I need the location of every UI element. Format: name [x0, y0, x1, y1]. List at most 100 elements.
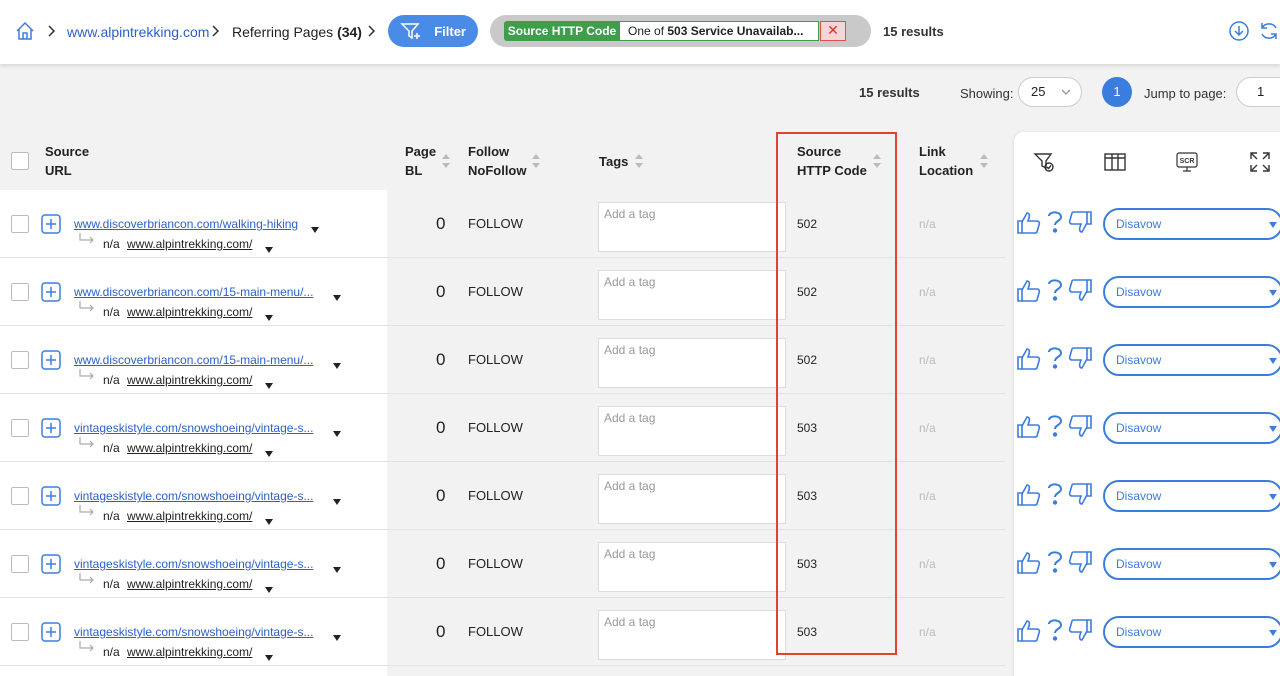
row-checkbox[interactable]	[11, 623, 29, 641]
tag-filter-icon[interactable]	[1032, 150, 1056, 174]
question-icon[interactable]	[1042, 276, 1068, 302]
target-url-dropdown-caret[interactable]	[265, 445, 273, 457]
source-url-dropdown-caret[interactable]	[333, 357, 341, 369]
row-checkbox[interactable]	[11, 487, 29, 505]
thumbs-down-icon[interactable]	[1067, 413, 1093, 439]
source-url-link[interactable]: vintageskistyle.com/snowshoeing/vintage-…	[74, 421, 313, 435]
question-icon[interactable]	[1042, 548, 1068, 574]
row-checkbox[interactable]	[11, 419, 29, 437]
source-url-link[interactable]: www.discoverbriancon.com/15-main-menu/..…	[74, 353, 313, 367]
row-checkbox[interactable]	[11, 215, 29, 233]
question-icon[interactable]	[1042, 616, 1068, 642]
sort-icon[interactable]	[634, 153, 644, 169]
sort-icon[interactable]	[441, 153, 451, 169]
column-header-source-url[interactable]: Source URL	[45, 142, 89, 180]
expand-row-icon[interactable]	[41, 350, 61, 370]
tag-input[interactable]: Add a tag	[598, 406, 786, 456]
source-url-dropdown-caret[interactable]	[333, 425, 341, 437]
disavow-select[interactable]: Disavow	[1103, 208, 1280, 240]
target-url-dropdown-caret[interactable]	[265, 513, 273, 525]
thumbs-up-icon[interactable]	[1016, 618, 1042, 644]
target-url-link[interactable]: www.alpintrekking.com/	[127, 577, 252, 591]
target-url-dropdown-caret[interactable]	[265, 649, 273, 661]
question-icon[interactable]	[1042, 344, 1068, 370]
tag-input[interactable]: Add a tag	[598, 202, 786, 252]
question-icon[interactable]	[1042, 480, 1068, 506]
expand-row-icon[interactable]	[41, 282, 61, 302]
target-url-dropdown-caret[interactable]	[265, 377, 273, 389]
thumbs-up-icon[interactable]	[1016, 210, 1042, 236]
expand-row-icon[interactable]	[41, 622, 61, 642]
source-url-dropdown-caret[interactable]	[333, 561, 341, 573]
source-url-dropdown-caret[interactable]	[311, 221, 319, 233]
home-icon[interactable]	[15, 21, 35, 41]
source-url-link[interactable]: www.discoverbriancon.com/15-main-menu/..…	[74, 285, 313, 299]
thumbs-down-icon[interactable]	[1067, 549, 1093, 575]
sort-icon[interactable]	[872, 153, 882, 169]
columns-icon[interactable]	[1103, 150, 1127, 174]
breadcrumb-domain[interactable]: www.alpintrekking.com	[67, 24, 209, 40]
source-url-link[interactable]: vintageskistyle.com/snowshoeing/vintage-…	[74, 489, 313, 503]
thumbs-down-icon[interactable]	[1067, 617, 1093, 643]
thumbs-up-icon[interactable]	[1016, 482, 1042, 508]
thumbs-up-icon[interactable]	[1016, 278, 1042, 304]
source-url-link[interactable]: www.discoverbriancon.com/walking-hiking	[74, 217, 298, 231]
refresh-icon[interactable]	[1258, 20, 1280, 42]
disavow-select[interactable]: Disavow	[1103, 480, 1280, 512]
source-url-dropdown-caret[interactable]	[333, 629, 341, 641]
thumbs-down-icon[interactable]	[1067, 345, 1093, 371]
expand-icon[interactable]	[1248, 150, 1272, 174]
source-url-link[interactable]: vintageskistyle.com/snowshoeing/vintage-…	[74, 625, 313, 639]
close-icon[interactable]: ✕	[820, 21, 846, 41]
target-url-dropdown-caret[interactable]	[265, 309, 273, 321]
page-button-current[interactable]: 1	[1102, 77, 1132, 107]
expand-row-icon[interactable]	[41, 214, 61, 234]
source-url-dropdown-caret[interactable]	[333, 493, 341, 505]
column-header-page-bl[interactable]: Page BL	[405, 142, 436, 180]
expand-row-icon[interactable]	[41, 486, 61, 506]
column-header-follow[interactable]: Follow NoFollow	[468, 142, 527, 180]
disavow-select[interactable]: Disavow	[1103, 344, 1280, 376]
source-url-dropdown-caret[interactable]	[333, 289, 341, 301]
question-icon[interactable]	[1042, 412, 1068, 438]
target-url-link[interactable]: www.alpintrekking.com/	[127, 441, 252, 455]
row-checkbox[interactable]	[11, 283, 29, 301]
expand-row-icon[interactable]	[41, 418, 61, 438]
thumbs-up-icon[interactable]	[1016, 346, 1042, 372]
thumbs-up-icon[interactable]	[1016, 550, 1042, 576]
column-header-tags[interactable]: Tags	[599, 152, 628, 171]
sort-icon[interactable]	[979, 153, 989, 169]
target-url-link[interactable]: www.alpintrekking.com/	[127, 373, 252, 387]
jump-to-page-input[interactable]: 1	[1236, 77, 1280, 107]
thumbs-down-icon[interactable]	[1067, 209, 1093, 235]
select-all-checkbox[interactable]	[11, 152, 29, 170]
page-size-select[interactable]: 25	[1018, 77, 1082, 107]
expand-row-icon[interactable]	[41, 554, 61, 574]
row-checkbox[interactable]	[11, 555, 29, 573]
tag-input[interactable]: Add a tag	[598, 610, 786, 660]
disavow-select[interactable]: Disavow	[1103, 276, 1280, 308]
thumbs-down-icon[interactable]	[1067, 481, 1093, 507]
thumbs-up-icon[interactable]	[1016, 414, 1042, 440]
target-url-link[interactable]: www.alpintrekking.com/	[127, 509, 252, 523]
screenshot-icon[interactable]: SCR	[1175, 150, 1199, 174]
target-url-link[interactable]: www.alpintrekking.com/	[127, 305, 252, 319]
filter-button[interactable]: Filter	[388, 15, 478, 47]
disavow-select[interactable]: Disavow	[1103, 412, 1280, 444]
target-url-link[interactable]: www.alpintrekking.com/	[127, 645, 252, 659]
target-url-link[interactable]: www.alpintrekking.com/	[127, 237, 252, 251]
tag-input[interactable]: Add a tag	[598, 270, 786, 320]
column-header-link-location[interactable]: Link Location	[919, 142, 973, 180]
target-url-dropdown-caret[interactable]	[265, 581, 273, 593]
disavow-select[interactable]: Disavow	[1103, 616, 1280, 648]
thumbs-down-icon[interactable]	[1067, 277, 1093, 303]
tag-input[interactable]: Add a tag	[598, 542, 786, 592]
download-icon[interactable]	[1228, 20, 1250, 42]
row-checkbox[interactable]	[11, 351, 29, 369]
filter-chip-value[interactable]: One of 503 Service Unavailab...	[619, 21, 819, 41]
source-url-link[interactable]: vintageskistyle.com/snowshoeing/vintage-…	[74, 557, 313, 571]
tag-input[interactable]: Add a tag	[598, 474, 786, 524]
sort-icon[interactable]	[531, 153, 541, 169]
column-header-http-code[interactable]: Source HTTP Code	[797, 142, 867, 180]
tag-input[interactable]: Add a tag	[598, 338, 786, 388]
